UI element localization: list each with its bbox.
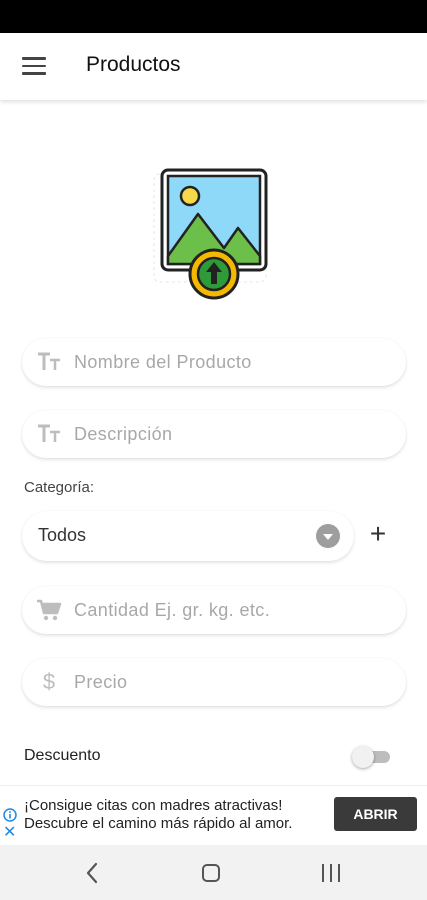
category-selected-value: Todos: [38, 525, 87, 545]
quantity-input[interactable]: [74, 586, 394, 634]
ad-open-button[interactable]: ABRIR: [334, 797, 417, 831]
price-field: $: [22, 658, 406, 706]
back-icon[interactable]: [84, 862, 100, 884]
category-select[interactable]: Todos: [22, 511, 354, 561]
product-name-field: [22, 338, 406, 386]
product-name-input[interactable]: [74, 338, 394, 386]
discount-toggle[interactable]: [352, 746, 392, 768]
dollar-icon: $: [42, 669, 56, 694]
cart-icon: [36, 598, 62, 622]
hamburger-menu-icon[interactable]: [22, 57, 46, 75]
category-label: Categoría:: [24, 479, 95, 496]
quantity-field: [22, 586, 406, 634]
image-upload-icon[interactable]: [150, 156, 276, 302]
add-category-button[interactable]: +: [366, 520, 390, 548]
price-input[interactable]: [74, 658, 394, 706]
app-bar: Productos: [0, 33, 427, 100]
system-nav-bar: [0, 845, 427, 900]
page-title: Productos: [86, 53, 181, 76]
text-size-icon: [36, 350, 62, 374]
discount-label: Descuento: [24, 747, 101, 764]
ad-headline: ¡Consigue citas con madres atractivas!: [24, 797, 283, 814]
dropdown-caret-icon: [316, 524, 340, 548]
home-icon[interactable]: [202, 864, 220, 882]
recents-icon[interactable]: [322, 864, 340, 882]
status-bar: [0, 0, 427, 33]
info-icon[interactable]: [3, 808, 17, 822]
ad-description: Descubre el camino más rápido al amor.: [24, 815, 293, 832]
description-field: [22, 410, 406, 458]
close-icon[interactable]: ✕: [3, 825, 16, 841]
description-input[interactable]: [74, 410, 394, 458]
text-size-icon: [36, 422, 62, 446]
